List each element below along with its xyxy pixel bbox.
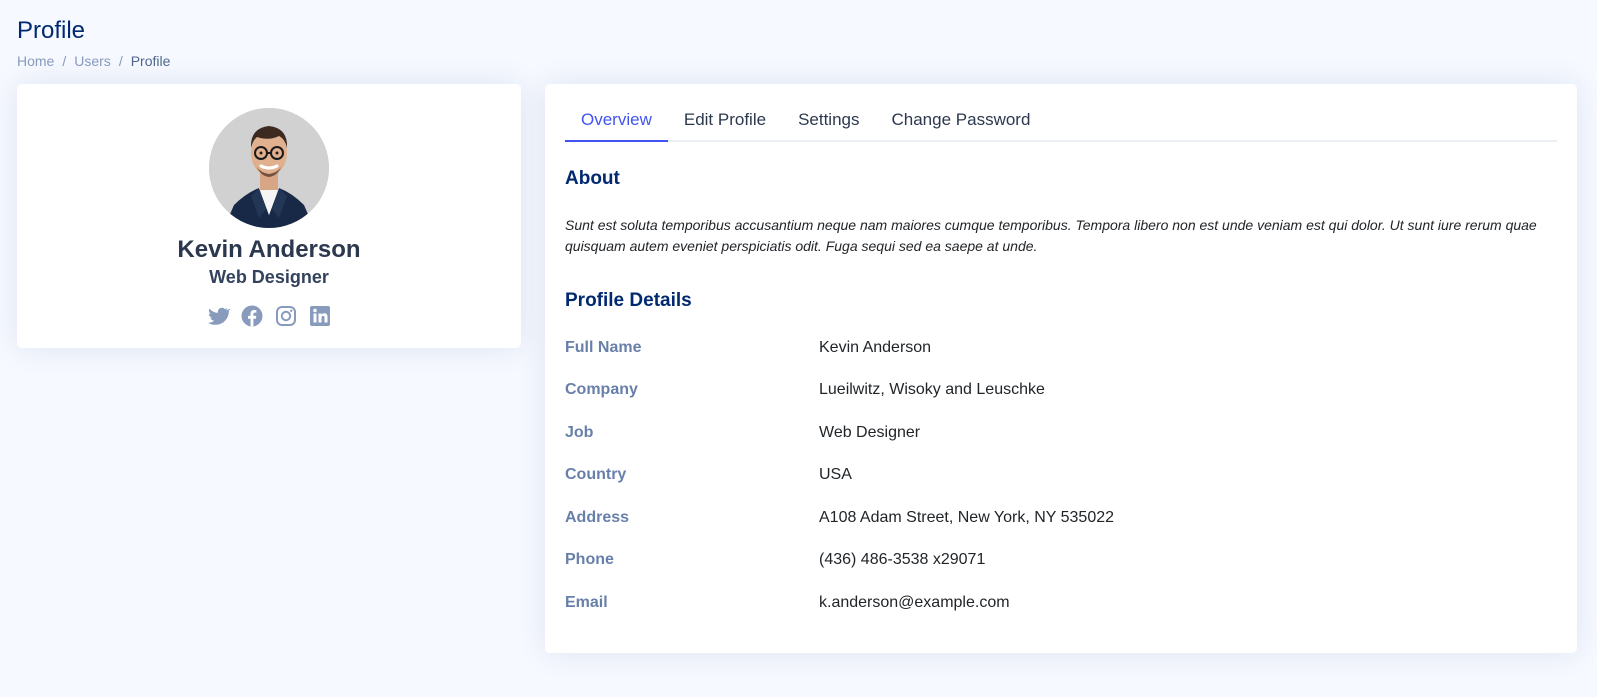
detail-row-company: Company Lueilwitz, Wisoky and Leuschke	[565, 378, 1557, 402]
detail-row-job: Job Web Designer	[565, 421, 1557, 445]
about-title: About	[565, 168, 620, 189]
page-title: Profile	[17, 17, 86, 44]
social-links	[206, 304, 332, 328]
profile-job: Web Designer	[209, 267, 329, 287]
detail-row-phone: Phone (436) 486-3538 x29071	[565, 548, 1557, 572]
instagram-icon[interactable]	[274, 304, 298, 328]
breadcrumb: Home / Users / Profile	[17, 53, 170, 69]
tab-change-password[interactable]: Change Password	[876, 100, 1047, 140]
profile-details-title: Profile Details	[565, 290, 692, 311]
avatar	[209, 108, 329, 228]
breadcrumb-users[interactable]: Users	[74, 53, 111, 69]
detail-row-full-name: Full Name Kevin Anderson	[565, 336, 1557, 360]
breadcrumb-separator: /	[118, 53, 123, 69]
detail-label: Phone	[565, 551, 614, 568]
detail-value: Kevin Anderson	[819, 339, 932, 356]
detail-row-address: Address A108 Adam Street, New York, NY 5…	[565, 506, 1557, 530]
profile-name: Kevin Anderson	[177, 236, 361, 263]
profile-details-card: Overview Edit Profile Settings Change Pa…	[545, 84, 1577, 653]
detail-label: Job	[565, 424, 594, 441]
breadcrumb-current: Profile	[130, 53, 171, 69]
detail-label: Address	[565, 509, 630, 526]
linkedin-icon[interactable]	[308, 304, 332, 328]
profile-tabs: Overview Edit Profile Settings Change Pa…	[565, 100, 1557, 142]
detail-label: Email	[565, 594, 608, 611]
page-title-block: Profile Home / Users / Profile	[17, 14, 170, 69]
detail-value: USA	[819, 466, 852, 483]
detail-value: A108 Adam Street, New York, NY 535022	[819, 509, 1115, 526]
detail-value: (436) 486-3538 x29071	[819, 551, 986, 568]
detail-row-email: Email k.anderson@example.com	[565, 591, 1557, 615]
tab-overview[interactable]: Overview	[565, 100, 668, 142]
about-text: Sunt est soluta temporibus accusantium n…	[565, 217, 1537, 254]
detail-value: Lueilwitz, Wisoky and Leuschke	[819, 381, 1045, 398]
twitter-icon[interactable]	[206, 304, 232, 328]
detail-label: Full Name	[565, 339, 642, 356]
tab-edit-profile[interactable]: Edit Profile	[668, 100, 782, 140]
breadcrumb-separator: /	[62, 53, 67, 69]
detail-label: Country	[565, 466, 627, 483]
detail-row-country: Country USA	[565, 463, 1557, 487]
breadcrumb-home[interactable]: Home	[17, 53, 54, 69]
profile-card: Kevin Anderson Web Designer	[17, 84, 521, 348]
tab-settings[interactable]: Settings	[782, 100, 875, 140]
facebook-icon[interactable]	[240, 304, 264, 328]
detail-value: Web Designer	[819, 424, 921, 441]
detail-value: k.anderson@example.com	[819, 594, 1010, 611]
detail-label: Company	[565, 381, 638, 398]
